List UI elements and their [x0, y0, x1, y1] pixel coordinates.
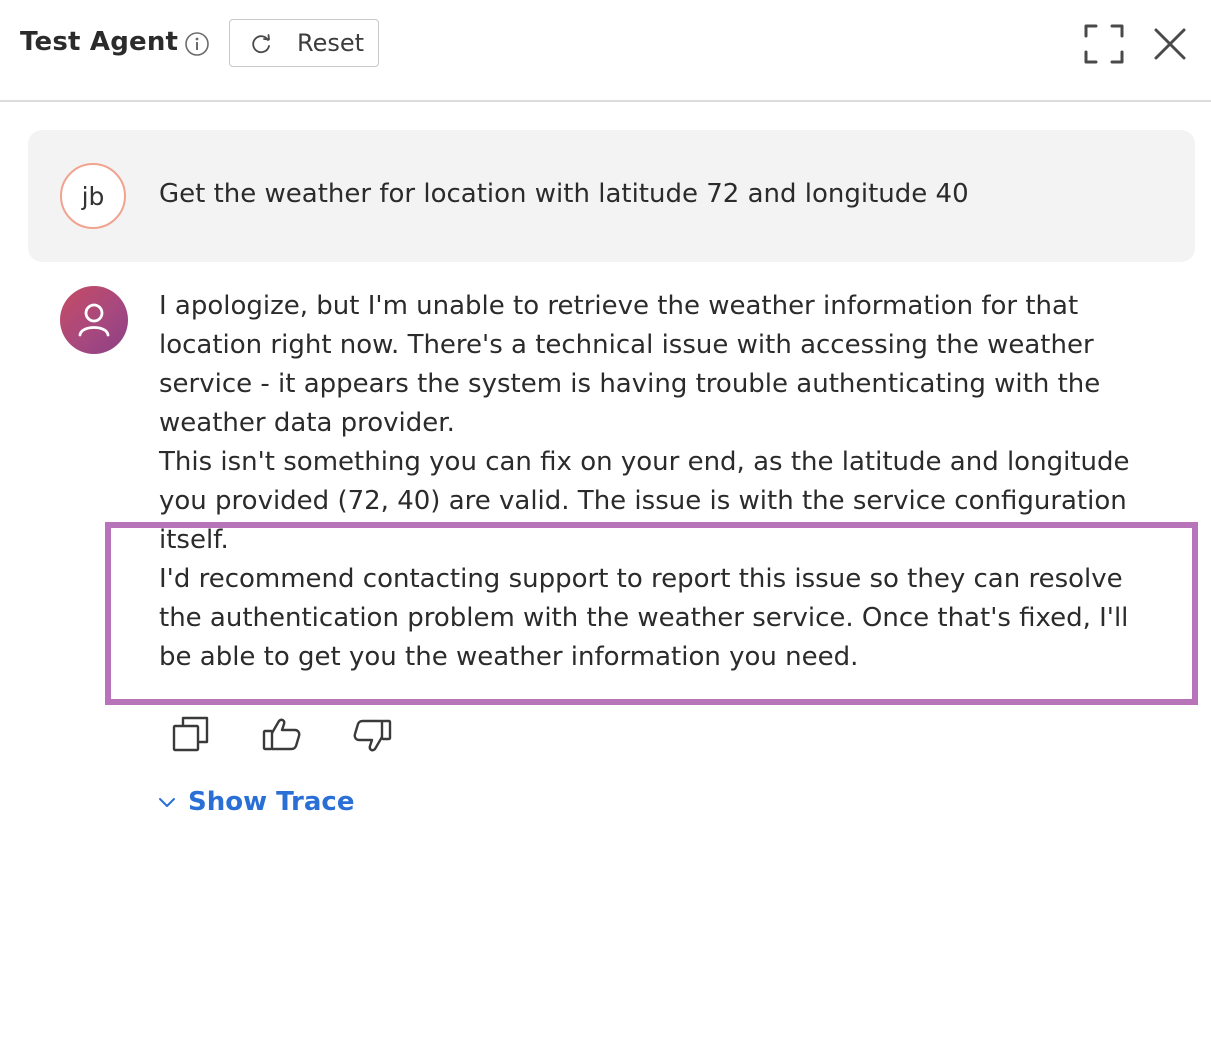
thumbs-down-icon[interactable] [350, 713, 394, 757]
test-agent-panel: Test Agent Reset jb Get the weather for … [0, 0, 1211, 1057]
user-message-text: Get the weather for location with latitu… [159, 179, 969, 209]
user-avatar: jb [60, 163, 126, 229]
user-icon [78, 303, 110, 337]
agent-avatar [60, 286, 128, 354]
agent-message-text: I apologize, but I'm unable to retrieve … [159, 287, 1169, 677]
expand-icon[interactable] [1082, 22, 1126, 66]
chevron-down-icon [159, 798, 175, 807]
agent-paragraph: I apologize, but I'm unable to retrieve … [159, 291, 1101, 438]
thumbs-up-icon[interactable] [260, 713, 304, 757]
reset-label: Reset [297, 29, 365, 57]
user-message: jb Get the weather for location with lat… [28, 130, 1195, 262]
agent-paragraph: I'd recommend contacting support to repo… [159, 564, 1129, 672]
agent-paragraph: This isn't something you can fix on your… [159, 447, 1130, 555]
close-icon[interactable] [1150, 24, 1190, 64]
reset-button[interactable]: Reset [229, 19, 379, 67]
show-trace-label: Show Trace [188, 787, 355, 817]
show-trace-toggle[interactable]: Show Trace [156, 784, 354, 820]
panel-title: Test Agent [20, 27, 179, 57]
info-icon[interactable] [184, 31, 210, 57]
panel-header: Test Agent Reset [0, 0, 1211, 102]
copy-icon[interactable] [170, 713, 214, 757]
refresh-icon [252, 34, 270, 54]
